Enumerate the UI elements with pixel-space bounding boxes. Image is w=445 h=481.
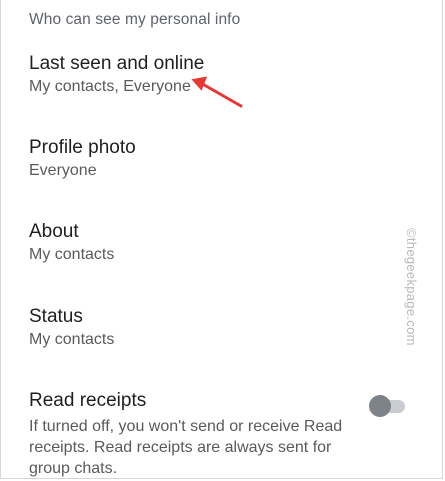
setting-status[interactable]: Status My contacts xyxy=(29,305,369,351)
setting-description: If turned off, you won't send or receive… xyxy=(29,418,343,477)
setting-about[interactable]: About My contacts xyxy=(29,220,369,266)
setting-value: Everyone xyxy=(29,162,97,179)
watermark-text: ©thegeekpage.com xyxy=(404,228,419,346)
read-receipts-toggle[interactable] xyxy=(369,395,409,417)
setting-profile-photo[interactable]: Profile photo Everyone xyxy=(29,136,369,182)
privacy-settings-panel: Who can see my personal info Last seen a… xyxy=(0,0,443,479)
setting-title: Profile photo xyxy=(29,137,136,158)
setting-title: Status xyxy=(29,306,83,327)
toggle-thumb xyxy=(369,395,391,417)
setting-read-receipts[interactable]: Read receipts If turned off, you won't s… xyxy=(29,389,349,479)
setting-title: About xyxy=(29,221,79,242)
annotation-arrow-icon xyxy=(191,76,243,108)
section-header: Who can see my personal info xyxy=(29,11,241,28)
setting-title: Read receipts xyxy=(29,390,147,411)
setting-value: My contacts xyxy=(29,331,115,348)
setting-value: My contacts xyxy=(29,246,115,263)
